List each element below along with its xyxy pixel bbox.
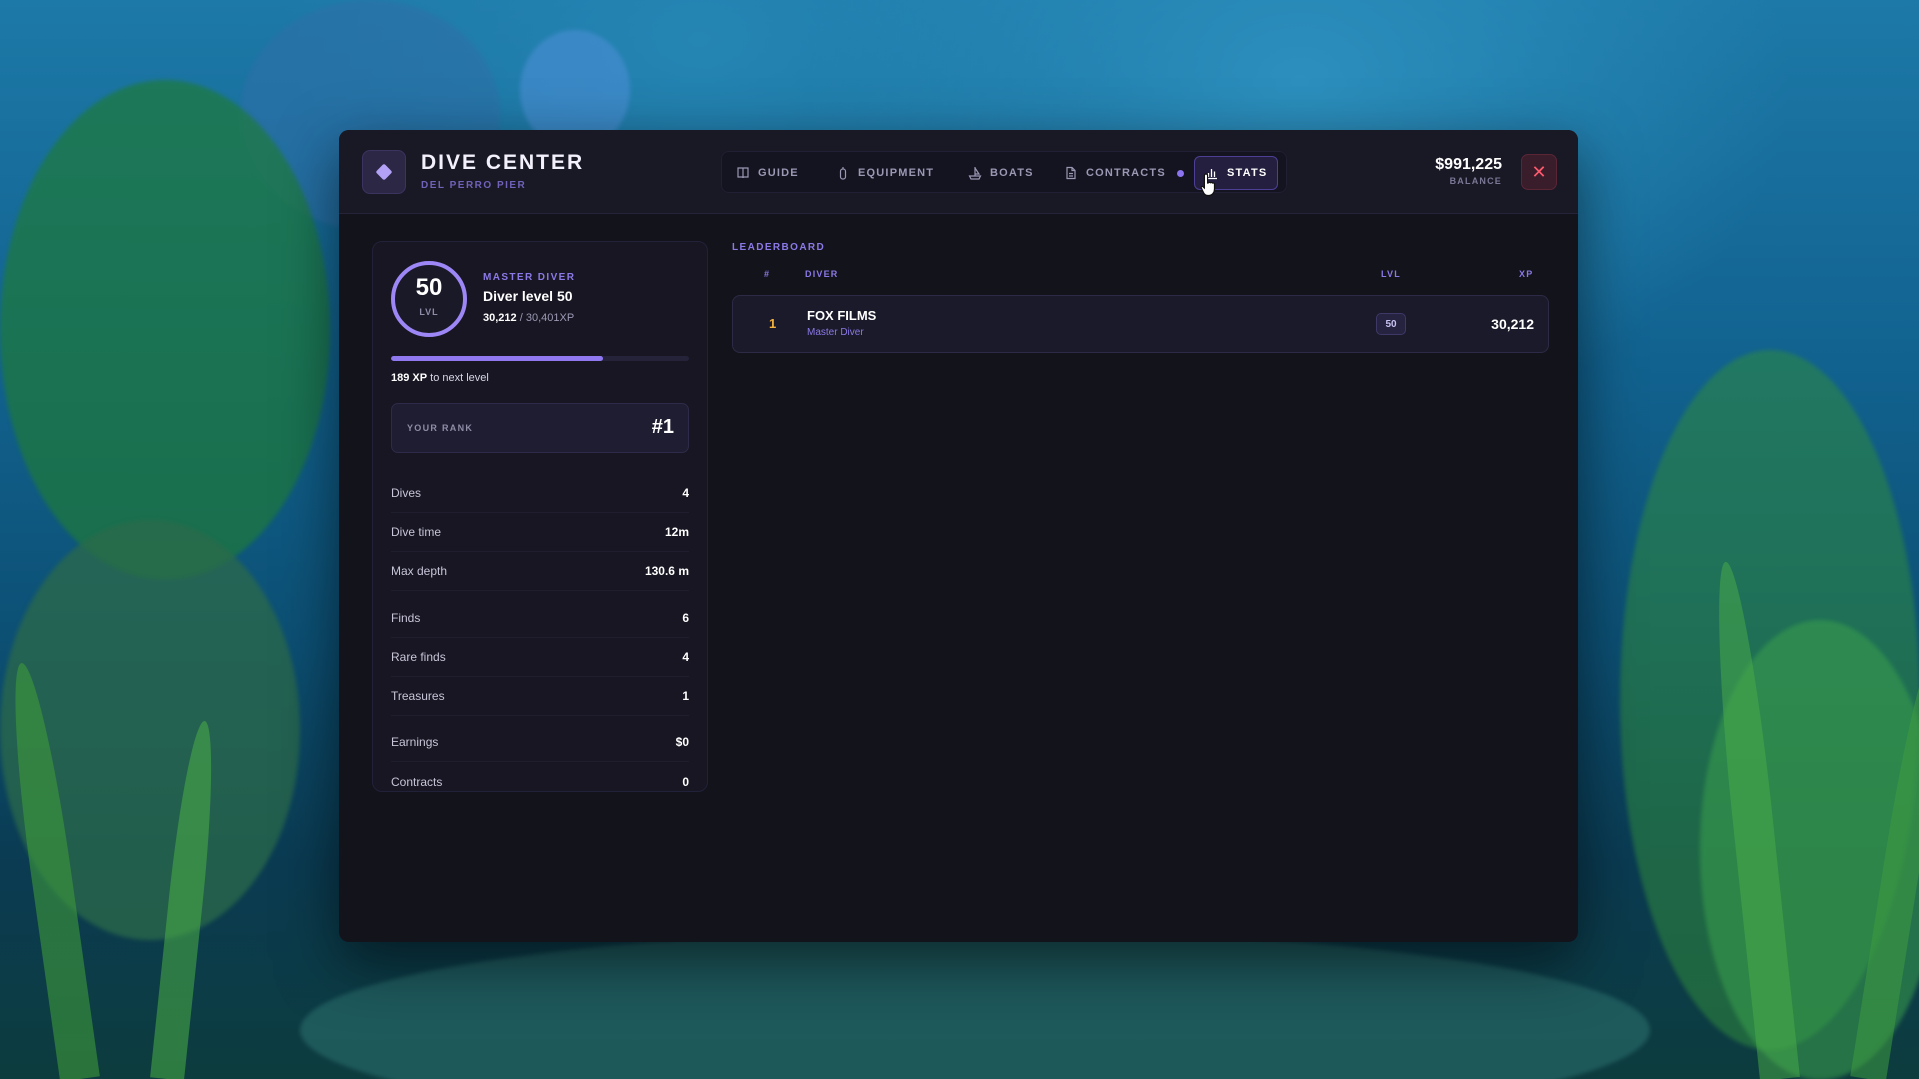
stat-value: $0	[675, 735, 689, 749]
column-header-level: LVL	[1381, 269, 1401, 279]
rank-title: MASTER DIVER	[483, 272, 576, 283]
page-title: DIVE CENTER	[421, 151, 585, 174]
balance-display: $991,225 BALANCE	[1435, 156, 1502, 186]
tab-label: BOATS	[990, 167, 1034, 179]
level-number: 50	[415, 274, 443, 301]
xp-progress-text: 30,212 / 30,401XP	[483, 312, 574, 324]
xp-to-next-suffix: to next level	[430, 372, 489, 384]
boat-icon	[968, 167, 982, 180]
xp-to-next-value: 189 XP	[391, 372, 428, 384]
diamond-logo-icon	[362, 150, 406, 194]
stat-row-dives: Dives 4	[391, 474, 689, 513]
tab-equipment[interactable]: EQUIPMENT	[826, 156, 944, 190]
balance-label: BALANCE	[1449, 176, 1502, 186]
stat-row-contracts: Contracts 0	[391, 762, 689, 801]
stat-value: 6	[682, 611, 689, 625]
panel-header: DIVE CENTER DEL PERRO PIER GUIDE EQUIPME…	[339, 130, 1578, 214]
tab-label: STATS	[1227, 167, 1268, 179]
tab-contracts[interactable]: CONTRACTS	[1054, 156, 1194, 190]
stat-row-treasures: Treasures 1	[391, 677, 689, 716]
stat-value: 0	[682, 774, 689, 789]
stat-label: Dives	[391, 486, 422, 500]
leaderboard-position: 1	[769, 316, 777, 331]
tank-icon	[839, 167, 847, 180]
stat-row-finds: Finds 6	[391, 599, 689, 638]
leaderboard-level-badge: 50	[1376, 313, 1406, 335]
your-rank-label: YOUR RANK	[407, 423, 474, 433]
stat-row-dive-time: Dive time 12m	[391, 513, 689, 552]
tab-label: CONTRACTS	[1086, 167, 1166, 179]
leaderboard-diver-title: Master Diver	[807, 327, 864, 338]
tab-guide[interactable]: GUIDE	[726, 156, 809, 190]
column-header-xp: XP	[1519, 269, 1534, 279]
tab-label: GUIDE	[758, 167, 799, 179]
stat-label: Rare finds	[391, 650, 446, 664]
column-header-rank: #	[764, 269, 771, 279]
stat-label: Treasures	[391, 689, 445, 703]
tab-label: EQUIPMENT	[858, 167, 935, 179]
stat-label: Earnings	[391, 735, 439, 749]
level-label: LVL	[419, 307, 439, 317]
book-icon	[737, 167, 749, 179]
xp-progress-bar	[391, 356, 689, 361]
stat-label: Contracts	[391, 774, 443, 789]
stat-row-max-depth: Max depth 130.6 m	[391, 552, 689, 591]
stat-value: 130.6 m	[644, 564, 689, 578]
location-subtitle: DEL PERRO PIER	[421, 180, 527, 191]
seafloor-decoration	[300, 930, 1650, 1079]
your-rank-value: #1	[651, 416, 674, 438]
leaderboard-xp: 30,212	[1491, 316, 1534, 332]
stat-label: Max depth	[391, 564, 448, 578]
stat-value: 1	[682, 689, 689, 703]
hand-cursor-icon	[1200, 173, 1216, 197]
tab-boats[interactable]: BOATS	[958, 156, 1044, 190]
seaweed-decoration	[0, 80, 330, 580]
xp-total: / 30,401XP	[519, 312, 575, 324]
column-header-diver: DIVER	[805, 269, 839, 279]
stat-value: 12m	[664, 525, 689, 539]
xp-to-next-level: 189 XP to next level	[391, 372, 489, 384]
stat-row-earnings: Earnings $0	[391, 723, 689, 762]
stat-value: 4	[682, 650, 689, 664]
document-icon	[1066, 166, 1076, 180]
level-ring: 50 LVL	[390, 260, 468, 338]
stat-value: 4	[682, 486, 689, 500]
leaderboard-row[interactable]: 1 FOX FILMS Master Diver 50 30,212	[732, 295, 1549, 353]
stat-label: Dive time	[391, 525, 442, 539]
xp-current: 30,212	[483, 312, 517, 324]
xp-progress-fill	[391, 356, 603, 361]
close-icon: ✕	[1531, 161, 1547, 182]
stat-label: Finds	[391, 611, 421, 625]
close-button[interactable]: ✕	[1521, 154, 1557, 190]
diver-level-text: Diver level 50	[483, 288, 573, 304]
leaderboard-title: LEADERBOARD	[732, 242, 826, 253]
leaderboard-diver-name: FOX FILMS	[807, 308, 877, 323]
notification-dot	[1176, 169, 1184, 177]
stat-row-rare-finds: Rare finds 4	[391, 638, 689, 677]
dive-center-panel: DIVE CENTER DEL PERRO PIER GUIDE EQUIPME…	[339, 130, 1578, 942]
balance-amount: $991,225	[1435, 156, 1502, 173]
diver-stats-card: 50 LVL MASTER DIVER Diver level 50 30,21…	[372, 241, 708, 792]
your-rank-box: YOUR RANK #1	[391, 403, 689, 453]
